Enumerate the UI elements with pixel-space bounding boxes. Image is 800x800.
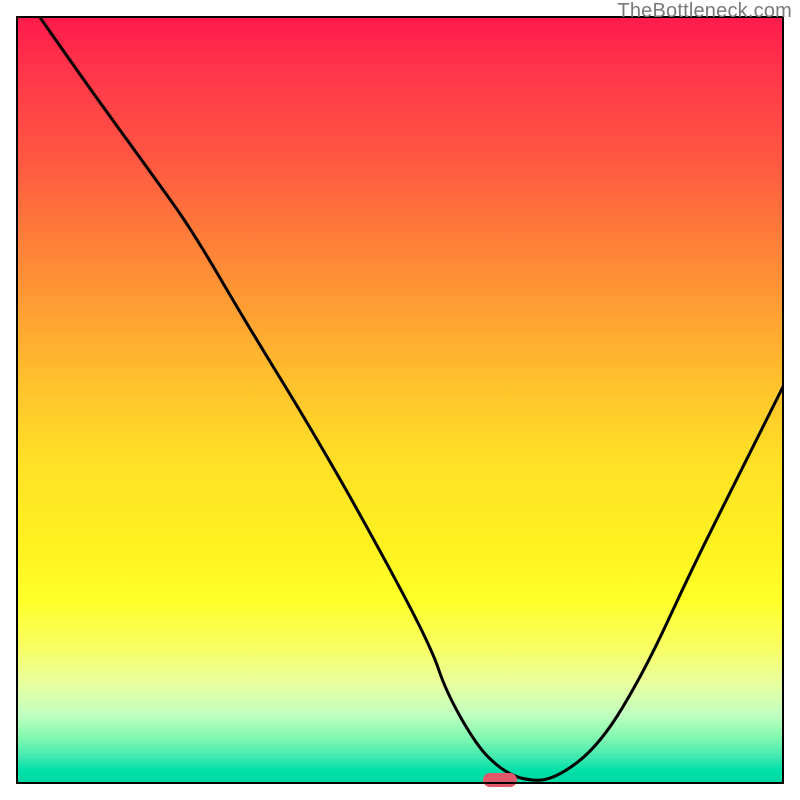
plot-gradient-background xyxy=(16,16,784,784)
bottleneck-chart: TheBottleneck.com xyxy=(0,0,800,800)
watermark-text: TheBottleneck.com xyxy=(617,0,792,23)
